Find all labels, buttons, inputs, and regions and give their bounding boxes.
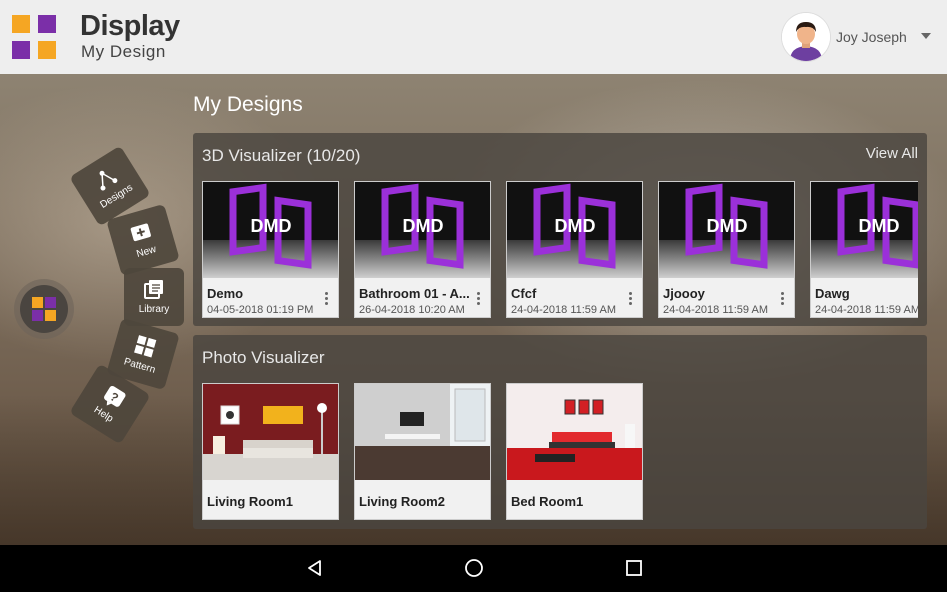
dmd-logo-text: DMD — [707, 216, 748, 236]
visualizer-3d-list: DMD Demo 04-05-2018 01:19 PM DMD Bathroom 01… — [202, 181, 918, 319]
page-title: My Designs — [193, 93, 303, 116]
design-date: 26-04-2018 10:20 AM — [359, 304, 465, 316]
design-name: Jjoooy — [663, 286, 705, 301]
photo-card-living-room2[interactable]: Living Room2 — [354, 383, 491, 520]
design-date: 24-04-2018 11:59 AM — [663, 304, 768, 316]
user-name[interactable]: Joy Joseph — [836, 29, 907, 45]
photo-card-name: Bed Room1 — [511, 494, 584, 509]
design-name: Cfcf — [511, 286, 537, 301]
living-room2-thumbnail — [355, 384, 490, 480]
dmd-logo-text: DMD — [859, 216, 900, 236]
design-name: Dawg — [815, 286, 850, 301]
design-card[interactable]: DMD Bathroom 01 - A... 26-04-2018 10:20 AM — [354, 181, 491, 318]
photo-visualizer-list: Living Room1 Living Room2 Bed Room1 — [202, 383, 918, 521]
design-name: Demo — [207, 286, 244, 301]
bed-room1-thumbnail — [507, 384, 642, 480]
recents-icon[interactable] — [624, 558, 644, 578]
home-icon[interactable] — [464, 558, 484, 578]
arc-menu-hub[interactable] — [14, 279, 74, 339]
design-date: 04-05-2018 01:19 PM — [207, 304, 314, 316]
design-thumbnail: DMD — [355, 182, 490, 278]
menu-library[interactable]: Library — [124, 268, 184, 326]
dmd-logo-text: DMD — [251, 216, 292, 236]
system-nav-bar — [0, 545, 947, 592]
photo-visualizer-title: Photo Visualizer — [202, 348, 325, 367]
design-date: 24-04-2018 11:59 AM — [815, 304, 918, 316]
design-card[interactable]: DMD Cfcf 24-04-2018 11:59 AM — [506, 181, 643, 318]
design-card[interactable]: DMD Dawg 24-04-2018 11:59 AM — [810, 181, 918, 318]
app-grid-icon — [32, 297, 56, 321]
user-avatar[interactable] — [782, 13, 830, 61]
pattern-icon — [134, 335, 157, 358]
brand-title: Display — [80, 10, 180, 42]
design-name: Bathroom 01 - A... — [359, 286, 470, 301]
design-thumbnail: DMD — [811, 182, 918, 278]
back-icon[interactable] — [305, 558, 325, 578]
library-icon — [144, 280, 163, 299]
view-all-link[interactable]: View All — [866, 145, 918, 162]
dmd-logo-text: DMD — [403, 216, 444, 236]
design-thumbnail: DMD — [203, 182, 338, 278]
user-menu-caret-icon[interactable] — [921, 33, 931, 39]
more-options-icon[interactable] — [781, 292, 784, 305]
brand-subtitle: My Design — [81, 42, 166, 61]
app-header: Display My Design Joy Joseph — [0, 0, 947, 74]
more-options-icon[interactable] — [477, 292, 480, 305]
photo-visualizer-panel: Photo Visualizer Living Room1 Living Roo… — [193, 335, 927, 529]
living-room1-thumbnail — [203, 384, 338, 480]
photo-card-name: Living Room1 — [207, 494, 293, 509]
photo-card-living-room1[interactable]: Living Room1 — [202, 383, 339, 520]
design-thumbnail: DMD — [507, 182, 642, 278]
more-options-icon[interactable] — [629, 292, 632, 305]
design-card[interactable]: DMD Jjoooy 24-04-2018 11:59 AM — [658, 181, 795, 318]
dmd-logo-text: DMD — [555, 216, 596, 236]
photo-card-name: Living Room2 — [359, 494, 445, 509]
more-options-icon[interactable] — [325, 292, 328, 305]
visualizer-3d-title: 3D Visualizer (10/20) — [202, 146, 361, 165]
visualizer-3d-panel: 3D Visualizer (10/20) View All DMD Demo 04… — [193, 133, 927, 326]
add-icon — [130, 223, 151, 242]
menu-label: Library — [138, 304, 170, 315]
photo-card-bed-room1[interactable]: Bed Room1 — [506, 383, 643, 520]
design-thumbnail: DMD — [659, 182, 794, 278]
design-date: 24-04-2018 11:59 AM — [511, 304, 616, 316]
design-card[interactable]: DMD Demo 04-05-2018 01:19 PM — [202, 181, 339, 318]
